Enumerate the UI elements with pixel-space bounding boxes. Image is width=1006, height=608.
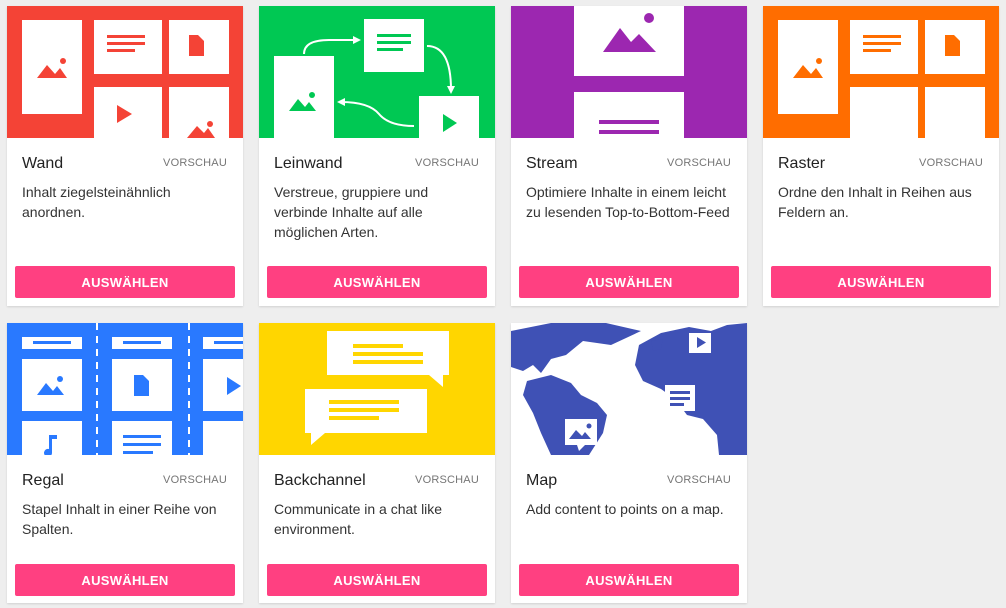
preview-link[interactable]: VORSCHAU (415, 157, 479, 169)
thumbnail-stream (511, 6, 747, 138)
layout-card-stream[interactable]: Stream VORSCHAU Optimiere Inhalte in ein… (511, 6, 747, 306)
layout-card-backchannel[interactable]: Backchannel VORSCHAU Communicate in a ch… (259, 323, 495, 603)
card-title: Backchannel (274, 472, 366, 489)
select-button[interactable]: AUSWÄHLEN (771, 266, 991, 298)
preview-link[interactable]: VORSCHAU (667, 474, 731, 486)
thumbnail-wand (7, 6, 243, 138)
card-title: Raster (778, 155, 826, 172)
layout-card-map[interactable]: Map VORSCHAU Add content to points on a … (511, 323, 747, 603)
card-description: Stapel Inhalt in einer Reihe von Spalten… (22, 501, 217, 537)
select-button[interactable]: AUSWÄHLEN (519, 564, 739, 596)
card-description: Communicate in a chat like environment. (274, 501, 443, 537)
card-description: Optimiere Inhalte in einem leicht zu les… (526, 184, 730, 220)
preview-link[interactable]: VORSCHAU (919, 157, 983, 169)
thumbnail-backchannel (259, 323, 495, 455)
preview-link[interactable]: VORSCHAU (667, 157, 731, 169)
card-title: Wand (22, 155, 64, 172)
thumbnail-map (511, 323, 747, 455)
card-description: Inhalt ziegelsteinähnlich anordnen. (22, 184, 171, 220)
card-title: Stream (526, 155, 578, 172)
card-title: Leinwand (274, 155, 343, 172)
select-button[interactable]: AUSWÄHLEN (15, 564, 235, 596)
card-title: Map (526, 472, 558, 489)
layout-card-leinwand[interactable]: Leinwand VORSCHAU Verstreue, gruppiere u… (259, 6, 495, 306)
thumbnail-leinwand (259, 6, 495, 138)
card-description: Verstreue, gruppiere und verbinde Inhalt… (274, 184, 429, 240)
select-button[interactable]: AUSWÄHLEN (519, 266, 739, 298)
card-title: Regal (22, 472, 64, 489)
thumbnail-raster (763, 6, 999, 138)
preview-link[interactable]: VORSCHAU (163, 157, 227, 169)
preview-link[interactable]: VORSCHAU (163, 474, 227, 486)
card-description: Ordne den Inhalt in Reihen aus Feldern a… (778, 184, 972, 220)
layout-card-raster[interactable]: Raster VORSCHAU Ordne den Inhalt in Reih… (763, 6, 999, 306)
layout-card-regal[interactable]: Regal VORSCHAU Stapel Inhalt in einer Re… (7, 323, 243, 603)
card-description: Add content to points on a map. (526, 501, 724, 517)
select-button[interactable]: AUSWÄHLEN (267, 266, 487, 298)
preview-link[interactable]: VORSCHAU (415, 474, 479, 486)
select-button[interactable]: AUSWÄHLEN (267, 564, 487, 596)
select-button[interactable]: AUSWÄHLEN (15, 266, 235, 298)
thumbnail-regal (7, 323, 243, 455)
layout-card-wand[interactable]: Wand VORSCHAU Inhalt ziegelsteinähnlich … (7, 6, 243, 306)
